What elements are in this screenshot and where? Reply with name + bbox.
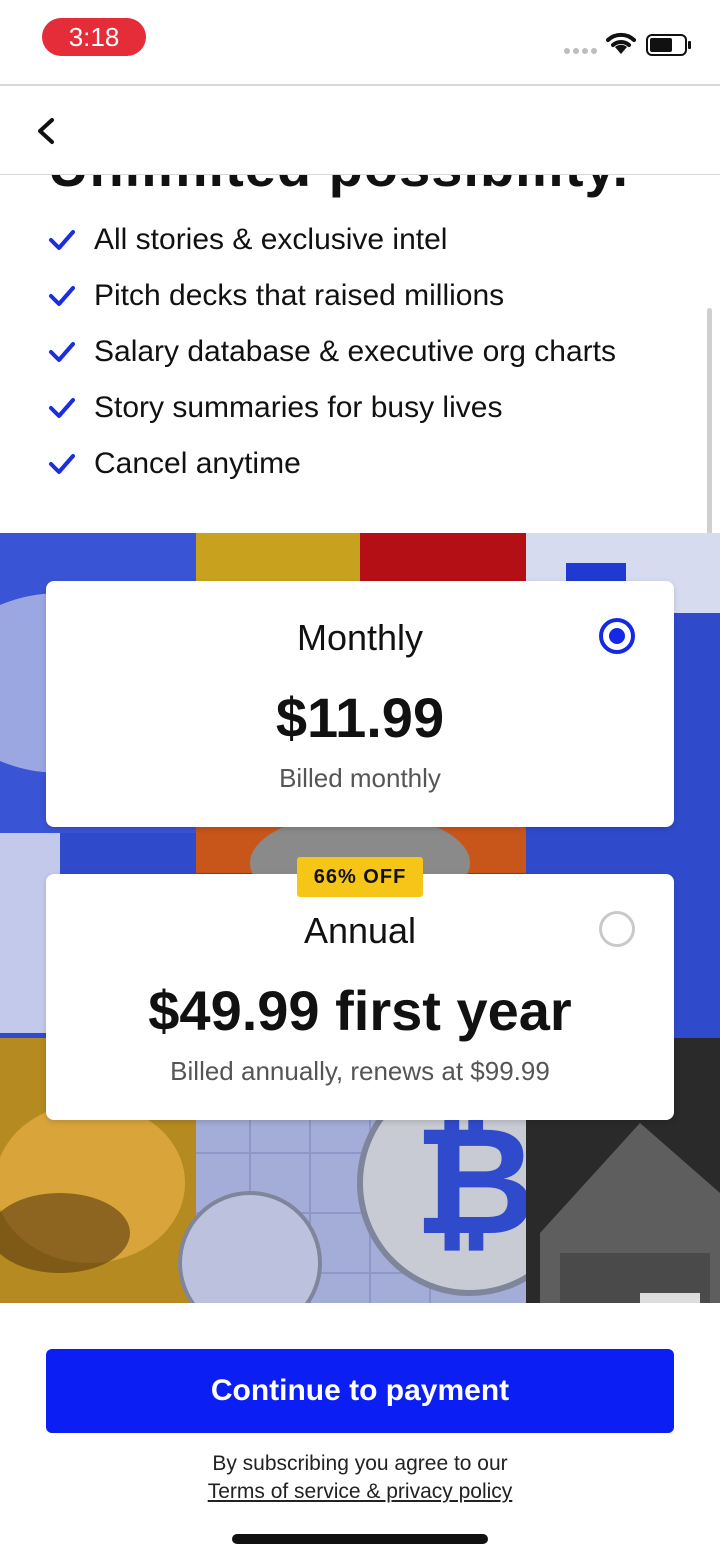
home-indicator [232, 1534, 488, 1544]
feature-list: All stories & exclusive intel Pitch deck… [48, 212, 616, 492]
feature-item: Salary database & executive org charts [48, 324, 616, 380]
continue-to-payment-button[interactable]: Continue to payment [46, 1349, 674, 1433]
wifi-icon [606, 32, 636, 54]
checkmark-icon [49, 230, 75, 250]
svg-text:₿: ₿ [414, 1097, 536, 1265]
legal-line: By subscribing you agree to our [212, 1452, 508, 1475]
plan-name: Annual [303, 910, 417, 951]
plan-option-annual[interactable]: Annual $49.99 first year Billed annually… [46, 874, 674, 1120]
radio-unselected-icon[interactable] [599, 911, 635, 947]
plan-billing-note: Billed annually, renews at $99.99 [170, 1056, 550, 1086]
checkmark-icon [49, 398, 75, 418]
checkmark-icon [49, 286, 75, 306]
feature-item: Story summaries for busy lives [48, 380, 616, 436]
feature-label: Story summaries for busy lives [94, 391, 503, 424]
signal-icon [564, 48, 597, 54]
plan-billing-note: Billed monthly [279, 763, 441, 793]
feature-item: Pitch decks that raised millions [48, 268, 616, 324]
checkmark-icon [49, 454, 75, 474]
plan-price: $11.99 [275, 686, 445, 749]
feature-item: Cancel anytime [48, 436, 616, 492]
feature-item: All stories & exclusive intel [48, 212, 616, 268]
terms-link[interactable]: Terms of service & privacy policy [208, 1480, 513, 1504]
status-bar: 3:18 [0, 0, 720, 84]
status-time: 3:18 [42, 18, 146, 56]
feature-label: Salary database & executive org charts [94, 335, 616, 368]
plan-price: $49.99 first year [148, 979, 572, 1042]
feature-label: Cancel anytime [94, 447, 301, 480]
checkmark-icon [49, 342, 75, 362]
discount-badge: 66% OFF [297, 857, 423, 897]
top-nav-bar [0, 84, 720, 175]
feature-label: Pitch decks that raised millions [94, 279, 505, 312]
plan-option-monthly[interactable]: Monthly $11.99 Billed monthly [46, 581, 674, 827]
battery-icon [646, 34, 691, 56]
plan-name: Monthly [296, 617, 424, 658]
chevron-left-icon[interactable] [28, 110, 64, 150]
feature-label: All stories & exclusive intel [94, 223, 448, 256]
radio-selected-icon[interactable] [599, 618, 635, 654]
legal-text: By subscribing you agree to our Terms of… [0, 1452, 720, 1504]
